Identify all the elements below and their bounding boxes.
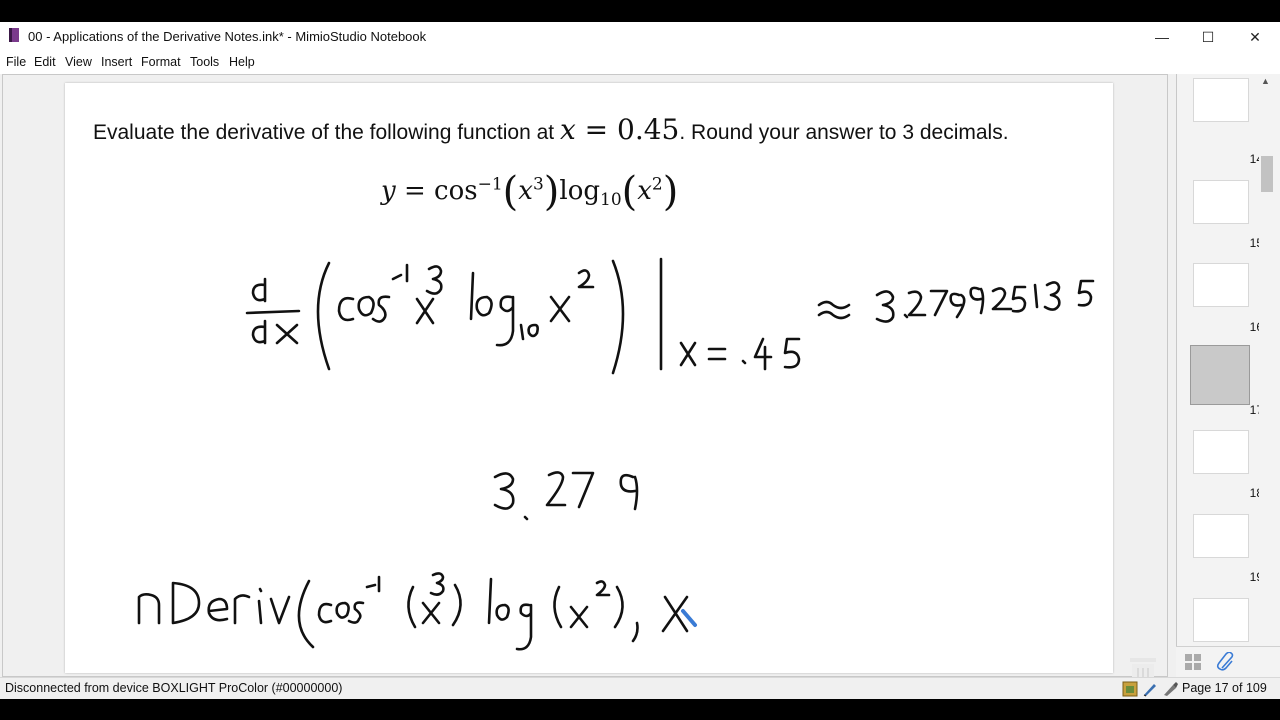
ink-x2 xyxy=(549,295,571,323)
ink-nderiv-comma xyxy=(631,621,639,643)
page-indicator: Page 17 of 109 xyxy=(1182,681,1267,695)
canvas-area[interactable]: Evaluate the derivative of the following… xyxy=(2,74,1168,677)
device-status-message: Disconnected from device BOXLIGHT ProCol… xyxy=(5,681,343,695)
page-thumbnail-number: 15 xyxy=(1249,236,1263,250)
attachment-icon[interactable] xyxy=(1216,652,1236,672)
menu-file[interactable]: File xyxy=(6,55,26,69)
maximize-icon: ☐ xyxy=(1201,28,1215,45)
ink-x-eval xyxy=(679,341,697,367)
status-bar: Disconnected from device BOXLIGHT ProCol… xyxy=(0,677,1280,699)
page-thumbnail-number: 17 xyxy=(1249,403,1263,417)
page-thumbnail[interactable] xyxy=(1193,598,1249,642)
menu-help[interactable]: Help xyxy=(229,55,255,69)
ink-exp-3 xyxy=(425,265,443,295)
ink-base-10 xyxy=(519,323,539,341)
grid-view-icon[interactable] xyxy=(1184,653,1202,671)
ink-nderiv-paren-x3 xyxy=(407,572,462,629)
marker-tool-icon[interactable] xyxy=(1162,681,1178,697)
menu-edit[interactable]: Edit xyxy=(34,55,56,69)
ink-nderiv-cos xyxy=(317,601,365,624)
menu-format[interactable]: Format xyxy=(141,55,181,69)
ink-nderiv-open-paren xyxy=(297,579,315,649)
ink-exp-2 xyxy=(577,269,595,289)
handwritten-ink-layer xyxy=(137,257,1095,651)
ink-close-paren xyxy=(611,259,625,375)
page-thumbnail[interactable] xyxy=(1193,514,1249,558)
pen-cursor-icon xyxy=(681,609,697,627)
page-thumbnail-number: 19 xyxy=(1249,570,1263,584)
ink-calc-result xyxy=(875,279,1095,323)
app-window: 00 - Applications of the Derivative Note… xyxy=(0,22,1280,699)
page-thumbnail-number: 16 xyxy=(1249,320,1263,334)
page-thumbnail[interactable] xyxy=(1193,180,1249,224)
image-tool-icon[interactable] xyxy=(1122,681,1138,697)
ink-log xyxy=(469,271,515,347)
ink-cos xyxy=(337,295,391,323)
menu-bar: File Edit View Insert Format Tools Help xyxy=(0,52,1280,74)
minimize-button[interactable]: — xyxy=(1139,22,1185,52)
menu-tools[interactable]: Tools xyxy=(190,55,219,69)
mimio-app-icon xyxy=(9,28,19,42)
close-button[interactable]: ✕ xyxy=(1232,22,1278,52)
page-thumbnail-number: 14 xyxy=(1249,152,1263,166)
page-thumbnail-number: 18 xyxy=(1249,486,1263,500)
page-thumbnail[interactable] xyxy=(1193,430,1249,474)
page-thumbnail[interactable] xyxy=(1193,78,1249,122)
menu-insert[interactable]: Insert xyxy=(101,55,132,69)
pen-tool-icon[interactable] xyxy=(1142,681,1158,697)
ink-x xyxy=(415,297,435,325)
page-thumbnail[interactable] xyxy=(1193,263,1249,307)
ink-open-paren xyxy=(316,261,331,371)
ink-eval-value xyxy=(741,337,801,371)
maximize-button[interactable]: ☐ xyxy=(1185,22,1231,52)
title-bar: 00 - Applications of the Derivative Note… xyxy=(0,22,1280,52)
ink-nderiv-paren-x2 xyxy=(553,580,624,629)
ink-nderiv-log xyxy=(487,577,533,651)
scroll-up-icon[interactable]: ▲ xyxy=(1261,76,1270,86)
workspace: Evaluate the derivative of the following… xyxy=(0,74,1280,696)
page-thumbnail-panel: 14 15 16 17 18 19 20 ▲ ▼ xyxy=(1176,74,1280,677)
page-thumbnail-selected[interactable] xyxy=(1190,345,1250,405)
minimize-icon: — xyxy=(1155,29,1169,45)
close-icon: ✕ xyxy=(1249,28,1261,45)
ink-inverse-exp xyxy=(391,263,409,283)
scrollbar-thumb[interactable] xyxy=(1261,156,1273,192)
panel-toolbar xyxy=(1176,646,1280,678)
window-title: 00 - Applications of the Derivative Note… xyxy=(28,29,427,44)
menu-view[interactable]: View xyxy=(65,55,92,69)
ink-rounded-answer xyxy=(493,471,639,521)
ink-eval-equals xyxy=(707,347,727,361)
ink-derivative-operator xyxy=(245,277,301,345)
ink-approx xyxy=(817,300,851,320)
ink-nderiv xyxy=(137,581,291,625)
ink-nderiv-inverse xyxy=(365,575,381,593)
